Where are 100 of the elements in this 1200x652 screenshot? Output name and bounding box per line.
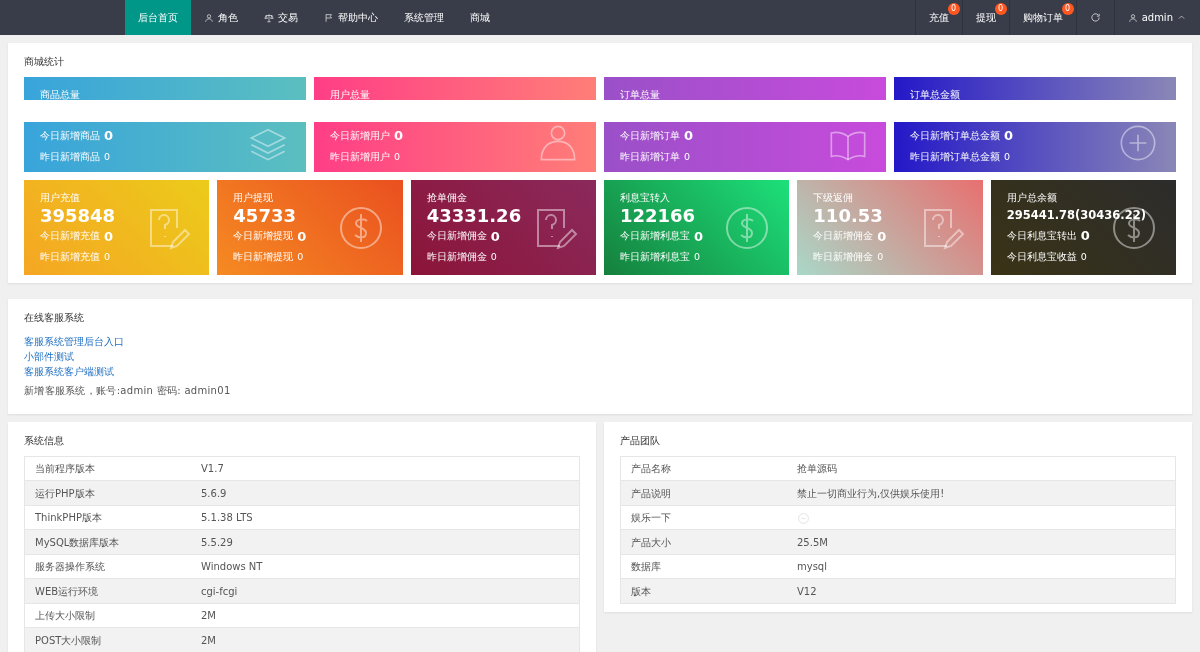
card-title: 商品总量 — [40, 88, 81, 103]
table-cell: 2M — [191, 603, 580, 628]
caret-icon — [1177, 13, 1186, 22]
nav-tab[interactable]: 帮助中心 — [311, 0, 391, 35]
card-title: 订单总量 — [620, 88, 661, 103]
count-badge: 0 — [994, 3, 1007, 15]
yesterday-value: 0 — [490, 250, 497, 265]
nav-tab[interactable]: 交易 — [251, 0, 311, 35]
card-value: 43331.26 — [426, 205, 523, 227]
today-value: 0 — [684, 127, 694, 146]
today-value: 0 — [1004, 127, 1014, 146]
nav-tab[interactable]: 角色 — [191, 0, 251, 35]
card-title: 订单总金额 — [910, 88, 961, 103]
today-label: 今日新增利息宝 — [620, 229, 690, 244]
card-title: 用户充值 — [40, 191, 81, 206]
table-cell: 禁止一切商业行为,仅供娱乐使用! — [787, 480, 1176, 506]
today-value: 0 — [297, 227, 307, 246]
today-value: 0 — [877, 227, 887, 246]
yesterday-value: 0 — [1004, 149, 1011, 164]
table-cell: WEB运行环境 — [24, 578, 191, 604]
yesterday-value: 0 — [684, 149, 691, 164]
today-value: 0 — [104, 127, 114, 146]
account-note: 新增客服系统，账号:admin 密码: admin01 — [24, 383, 232, 398]
yesterday-label: 昨日新增利息宝 — [620, 250, 690, 265]
card-title: 用户提现 — [233, 191, 275, 206]
panel-title: 商城统计 — [24, 55, 65, 69]
table-link[interactable]: mysql — [787, 554, 1176, 579]
table-cell: ThinkPHP版本 — [24, 505, 191, 530]
panel-title: 系统信息 — [24, 433, 65, 448]
user-menu[interactable]: admin — [1113, 0, 1200, 35]
today-value: 0 — [1080, 227, 1090, 246]
today-label: 今日新增充值 — [40, 229, 100, 244]
table-cell: POST大小限制 — [24, 627, 191, 652]
today-label: 今日新增用户 — [330, 128, 390, 143]
yesterday-value: 0 — [297, 250, 304, 265]
table-cell: 产品名称 — [620, 456, 787, 481]
yesterday-label: 昨日新增商品 — [40, 149, 100, 164]
table-cell: 5.5.29 — [191, 529, 580, 555]
scale-icon — [264, 12, 274, 23]
yesterday-label: 昨日新增用户 — [330, 149, 390, 164]
today-label: 今日新增提现 — [233, 229, 294, 244]
yesterday-label: 昨日新增充值 — [40, 250, 100, 265]
user-icon — [1127, 12, 1138, 23]
table-cell: 当前程序版本 — [24, 456, 191, 481]
today-label: 今日利息宝转出 — [1006, 228, 1077, 243]
service-link[interactable]: 小部件测试 — [24, 348, 74, 364]
service-link[interactable]: 客服系统客户端测试 — [24, 363, 114, 379]
table-cell: 运行PHP版本 — [24, 480, 191, 506]
table-cell: 2M — [191, 627, 580, 652]
yesterday-value: 0 — [877, 250, 884, 265]
card-title: 用户总量 — [330, 88, 371, 103]
count-badge: 0 — [947, 3, 960, 15]
flag-icon — [324, 12, 334, 23]
nav-tab[interactable]: 商城 — [457, 0, 503, 35]
table-cell: 上传大小限制 — [24, 603, 191, 628]
refresh-icon — [1089, 12, 1101, 23]
today-value: 0 — [694, 227, 704, 246]
card-title: 抢单佣金 — [426, 191, 468, 206]
nav-button[interactable]: 提现 0 — [961, 0, 1009, 35]
card-value: 395848 — [40, 205, 117, 227]
table-cell: 产品大小 — [620, 529, 787, 555]
panel-title: 在线客服系统 — [24, 311, 85, 326]
service-link[interactable]: 客服系统管理后台入口 — [24, 333, 124, 349]
yesterday-value: 0 — [694, 250, 701, 265]
card-title: 利息宝转入 — [620, 191, 671, 206]
user-icon — [204, 12, 214, 23]
table-cell: 抢单源码 — [787, 456, 1176, 481]
panel-title: 产品团队 — [620, 433, 661, 448]
nav-button[interactable]: 充值 0 — [914, 0, 962, 35]
table-cell: 服务器操作系统 — [24, 554, 191, 579]
user-icon — [538, 123, 578, 164]
table-cell: 数据库 — [620, 554, 787, 579]
table-cell: cgi-fcgi — [191, 578, 580, 604]
card-title: 下级返佣 — [813, 191, 855, 206]
today-value: 0 — [394, 127, 404, 146]
table-cell: 版本 — [620, 578, 787, 604]
yesterday-label: 昨日新增订单总金额 — [910, 149, 1000, 164]
today-label: 今日新增佣金 — [426, 229, 487, 244]
today-value: 0 — [490, 227, 500, 246]
yesterday-value: 0 — [394, 149, 401, 164]
card-value: 45733 — [233, 205, 297, 227]
count-badge: 0 — [1061, 3, 1074, 15]
today-label: 今日新增订单总金额 — [910, 128, 1000, 143]
table-cell: 5.6.9 — [191, 480, 580, 506]
table-cell: V1.7 — [191, 456, 580, 481]
yesterday-label: 昨日新增佣金 — [813, 250, 874, 265]
today-label: 今日新增商品 — [40, 128, 100, 143]
nav-button[interactable]: 购物订单 0 — [1008, 0, 1076, 35]
nav-tab[interactable]: 系统管理 — [391, 0, 457, 35]
yesterday-label: 昨日新增提现 — [233, 250, 294, 265]
yesterday-value: 0 — [1080, 249, 1087, 264]
table-link[interactable]: 25.5M — [787, 529, 1176, 555]
nav-tab[interactable]: 后台首页 — [125, 0, 191, 35]
table-cell: 5.1.38 LTS — [191, 505, 580, 530]
yesterday-value: 0 — [104, 250, 111, 265]
today-label: 今日新增佣金 — [813, 229, 874, 244]
table-cell: MySQL数据库版本 — [24, 529, 191, 555]
card-value: 110.53 — [813, 205, 884, 227]
table-cell: 娱乐一下 — [620, 505, 787, 530]
table-cell: 产品说明 — [620, 480, 787, 506]
